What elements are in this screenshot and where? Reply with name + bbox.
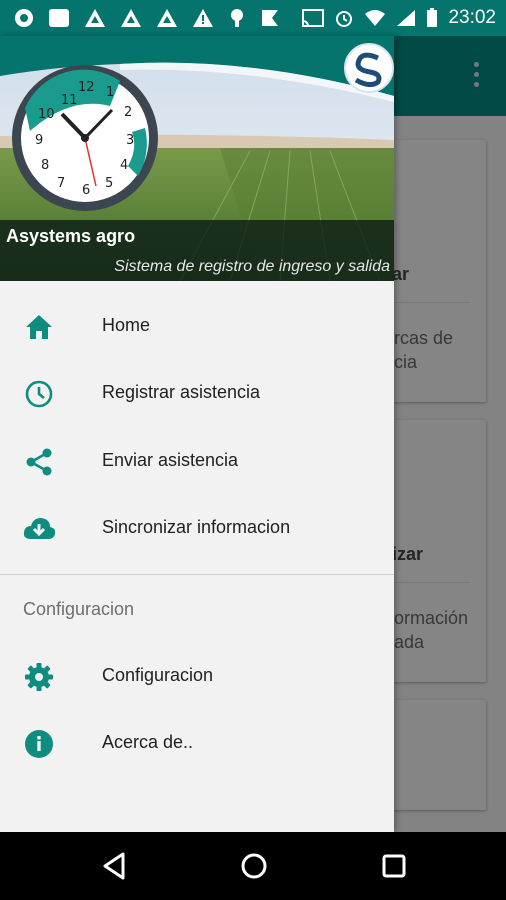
clock-number: 5 [105,176,113,191]
clock-number: 10 [38,107,55,122]
wifi-icon [365,10,386,26]
system-navigation-bar [0,832,506,900]
warning-icon [193,9,213,27]
clock-icon [25,380,53,408]
signal-icon [397,10,416,26]
image-icon [49,9,69,27]
navigation-drawer: 11 12 1 10 2 9 3 8 4 7 6 5 Asystems agro… [0,36,394,832]
menu-item-label: Home [102,315,151,335]
menu-item-label: Enviar asistencia [102,450,239,470]
clock-number: 12 [78,80,95,95]
clock-number: 9 [35,133,43,148]
back-icon[interactable] [99,851,129,881]
menu-item-enviar-asistencia[interactable]: Enviar asistencia [0,429,394,495]
alert-triangle-icon [85,9,105,27]
alarm-icon [336,11,353,27]
clock-number: 11 [61,93,78,108]
recents-icon[interactable] [379,851,409,881]
menu-item-acerca-de[interactable]: Acerca de.. [0,711,394,777]
clock-number: 7 [57,176,65,191]
alert-triangle-icon [121,9,141,27]
info-icon [25,730,53,758]
clock-number: 4 [120,158,128,173]
clock-number: 6 [82,183,90,198]
flag-icon [262,10,278,26]
menu-item-label: Registrar asistencia [102,382,261,402]
android-icon [231,9,243,27]
app-name: Asystems agro [6,226,136,246]
share-icon [26,448,52,476]
menu-item-home[interactable]: Home [0,294,394,360]
menu-item-label: Acerca de.. [102,732,194,752]
status-bar: 23:02 [0,0,506,36]
cast-icon [302,9,325,27]
notification-icons [14,8,280,28]
section-header-configuracion: Configuracion [23,599,135,619]
system-icons: 23:02 [302,7,496,29]
home-icon [26,315,52,339]
drawer-header: 11 12 1 10 2 9 3 8 4 7 6 5 Asystems agro… [0,36,394,281]
battery-icon [427,8,438,27]
menu-item-configuracion[interactable]: Configuracion [0,644,394,710]
clock-number: 8 [41,158,49,173]
status-time: 23:02 [448,7,496,28]
gear-icon [25,663,53,691]
alert-triangle-icon [157,9,177,27]
clock-number: 1 [106,85,114,100]
app-subtitle: Sistema de registro de ingreso y salida [114,258,390,275]
menu-item-sincronizar-informacion[interactable]: Sincronizar informacion [0,496,394,562]
clock-number: 2 [124,105,132,120]
clock-number: 3 [126,133,134,148]
cloud-download-icon [23,518,56,539]
menu-item-label: Sincronizar informacion [102,517,291,537]
home-button-icon[interactable] [239,851,269,881]
menu-item-label: Configuracion [102,665,214,685]
menu-item-registrar-asistencia[interactable]: Registrar asistencia [0,361,394,427]
aperture-icon [15,9,33,27]
menu-divider [0,574,394,575]
